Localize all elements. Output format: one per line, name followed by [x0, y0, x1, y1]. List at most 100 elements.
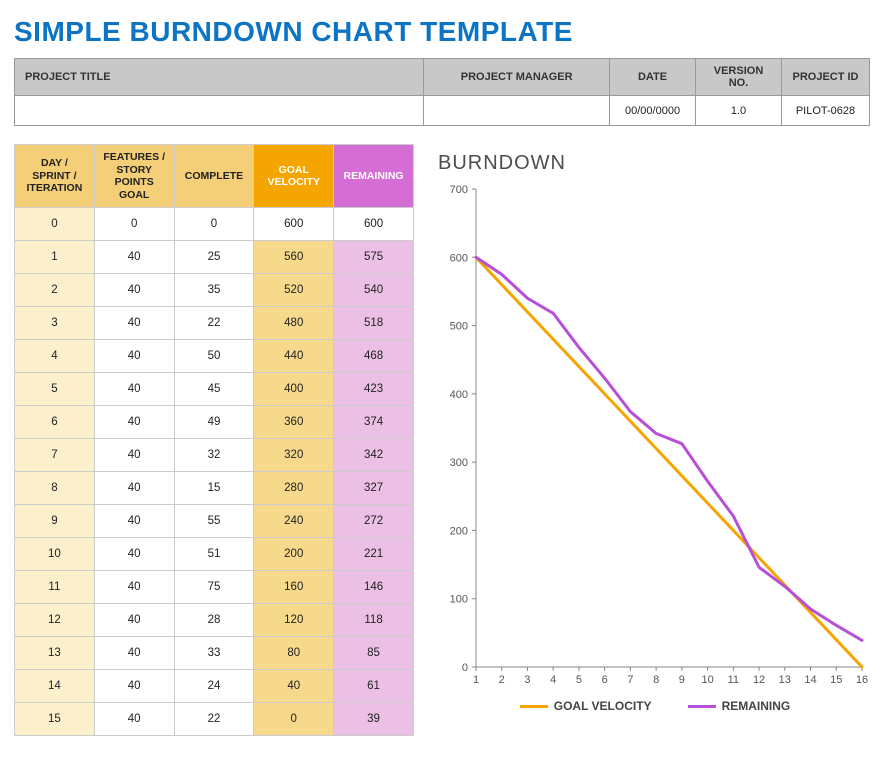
legend-label: REMAINING: [722, 699, 791, 713]
cell-features[interactable]: 40: [94, 571, 174, 604]
cell-complete[interactable]: 28: [174, 604, 254, 637]
cell-complete[interactable]: 25: [174, 241, 254, 274]
cell-goal[interactable]: 360: [254, 406, 334, 439]
cell-features[interactable]: 40: [94, 274, 174, 307]
cell-goal[interactable]: 400: [254, 373, 334, 406]
cell-remaining[interactable]: 118: [334, 604, 414, 637]
cell-complete[interactable]: 0: [174, 208, 254, 241]
cell-complete[interactable]: 75: [174, 571, 254, 604]
cell-features[interactable]: 40: [94, 439, 174, 472]
cell-remaining[interactable]: 327: [334, 472, 414, 505]
legend-swatch: [688, 705, 716, 708]
cell-complete[interactable]: 33: [174, 637, 254, 670]
cell-goal[interactable]: 520: [254, 274, 334, 307]
cell-goal[interactable]: 160: [254, 571, 334, 604]
cell-goal[interactable]: 320: [254, 439, 334, 472]
cell-remaining[interactable]: 221: [334, 538, 414, 571]
table-row: 84015280327: [15, 472, 414, 505]
table-row: 114075160146: [15, 571, 414, 604]
cell-day[interactable]: 0: [15, 208, 95, 241]
cell-remaining[interactable]: 146: [334, 571, 414, 604]
data-table: DAY / SPRINT / ITERATION FEATURES / STOR…: [14, 144, 414, 736]
cell-complete[interactable]: 49: [174, 406, 254, 439]
cell-complete[interactable]: 22: [174, 307, 254, 340]
cell-complete[interactable]: 55: [174, 505, 254, 538]
meta-table: PROJECT TITLE PROJECT MANAGER DATE VERSI…: [14, 58, 870, 126]
cell-remaining[interactable]: 374: [334, 406, 414, 439]
cell-remaining[interactable]: 518: [334, 307, 414, 340]
cell-remaining[interactable]: 575: [334, 241, 414, 274]
cell-goal[interactable]: 200: [254, 538, 334, 571]
cell-remaining[interactable]: 540: [334, 274, 414, 307]
cell-day[interactable]: 2: [15, 274, 95, 307]
cell-remaining[interactable]: 468: [334, 340, 414, 373]
cell-features[interactable]: 40: [94, 373, 174, 406]
series-line: [476, 257, 862, 667]
cell-day[interactable]: 13: [15, 637, 95, 670]
col-header-features: FEATURES / STORY POINTS GOAL: [94, 145, 174, 208]
cell-features[interactable]: 40: [94, 670, 174, 703]
cell-day[interactable]: 7: [15, 439, 95, 472]
cell-goal[interactable]: 440: [254, 340, 334, 373]
cell-remaining[interactable]: 61: [334, 670, 414, 703]
x-tick-label: 16: [856, 674, 868, 686]
cell-features[interactable]: 40: [94, 703, 174, 736]
cell-complete[interactable]: 22: [174, 703, 254, 736]
cell-day[interactable]: 6: [15, 406, 95, 439]
cell-day[interactable]: 5: [15, 373, 95, 406]
cell-remaining[interactable]: 39: [334, 703, 414, 736]
cell-remaining[interactable]: 85: [334, 637, 414, 670]
cell-features[interactable]: 40: [94, 637, 174, 670]
cell-remaining[interactable]: 342: [334, 439, 414, 472]
meta-value-version[interactable]: 1.0: [696, 96, 782, 126]
cell-features[interactable]: 40: [94, 307, 174, 340]
meta-value-project-manager[interactable]: [424, 96, 610, 126]
cell-complete[interactable]: 35: [174, 274, 254, 307]
cell-day[interactable]: 11: [15, 571, 95, 604]
table-row: 154022039: [15, 703, 414, 736]
cell-day[interactable]: 12: [15, 604, 95, 637]
cell-features[interactable]: 40: [94, 472, 174, 505]
cell-complete[interactable]: 15: [174, 472, 254, 505]
cell-complete[interactable]: 45: [174, 373, 254, 406]
meta-value-date[interactable]: 00/00/0000: [610, 96, 696, 126]
meta-header-project-title: PROJECT TITLE: [15, 59, 424, 96]
cell-day[interactable]: 9: [15, 505, 95, 538]
cell-day[interactable]: 8: [15, 472, 95, 505]
cell-complete[interactable]: 51: [174, 538, 254, 571]
cell-features[interactable]: 40: [94, 340, 174, 373]
y-tick-label: 200: [450, 525, 468, 537]
meta-value-project-title[interactable]: [15, 96, 424, 126]
cell-goal[interactable]: 40: [254, 670, 334, 703]
cell-goal[interactable]: 600: [254, 208, 334, 241]
cell-day[interactable]: 3: [15, 307, 95, 340]
cell-day[interactable]: 15: [15, 703, 95, 736]
cell-goal[interactable]: 280: [254, 472, 334, 505]
cell-features[interactable]: 0: [94, 208, 174, 241]
cell-complete[interactable]: 24: [174, 670, 254, 703]
cell-day[interactable]: 1: [15, 241, 95, 274]
cell-features[interactable]: 40: [94, 538, 174, 571]
cell-features[interactable]: 40: [94, 406, 174, 439]
cell-remaining[interactable]: 423: [334, 373, 414, 406]
cell-features[interactable]: 40: [94, 505, 174, 538]
cell-remaining[interactable]: 600: [334, 208, 414, 241]
cell-features[interactable]: 40: [94, 604, 174, 637]
cell-complete[interactable]: 32: [174, 439, 254, 472]
cell-complete[interactable]: 50: [174, 340, 254, 373]
cell-day[interactable]: 4: [15, 340, 95, 373]
legend-item: GOAL VELOCITY: [520, 699, 652, 713]
cell-goal[interactable]: 120: [254, 604, 334, 637]
cell-day[interactable]: 10: [15, 538, 95, 571]
meta-value-project-id[interactable]: PILOT-0628: [781, 96, 869, 126]
cell-goal[interactable]: 240: [254, 505, 334, 538]
x-tick-label: 3: [524, 674, 530, 686]
cell-remaining[interactable]: 272: [334, 505, 414, 538]
cell-day[interactable]: 14: [15, 670, 95, 703]
cell-goal[interactable]: 0: [254, 703, 334, 736]
cell-goal[interactable]: 480: [254, 307, 334, 340]
cell-features[interactable]: 40: [94, 241, 174, 274]
cell-goal[interactable]: 80: [254, 637, 334, 670]
cell-goal[interactable]: 560: [254, 241, 334, 274]
meta-header-project-id: PROJECT ID: [781, 59, 869, 96]
